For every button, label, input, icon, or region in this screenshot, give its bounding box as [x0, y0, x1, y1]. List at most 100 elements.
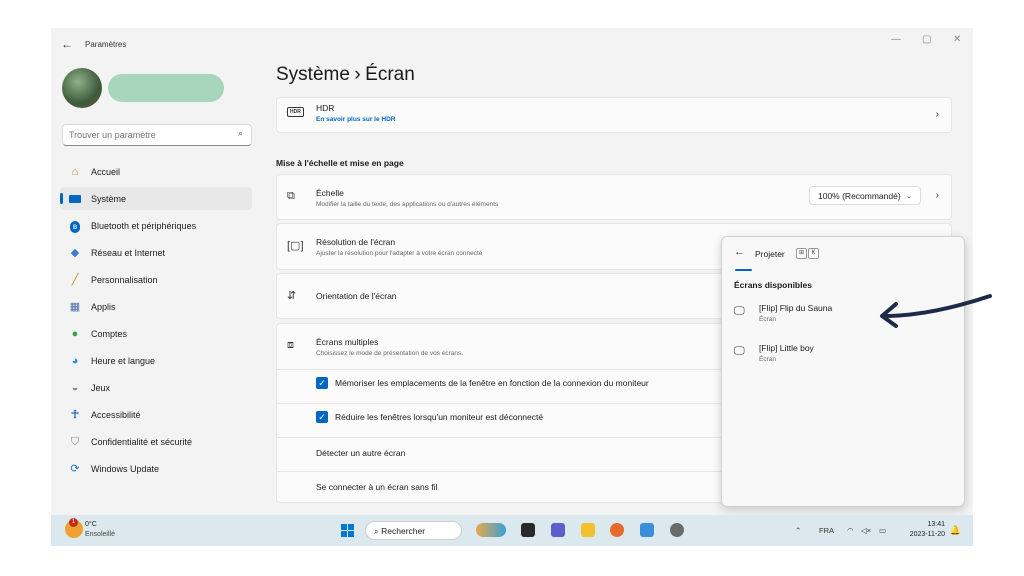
k-key: K — [808, 248, 819, 259]
sidebar-item-label: Windows Update — [91, 463, 160, 474]
chevron-down-icon: ⌄ — [906, 193, 912, 200]
update-icon: ⟳ — [70, 462, 80, 475]
maximize-button[interactable]: ▢ — [922, 34, 931, 45]
hdr-card[interactable]: HDR HDR En savoir plus sur le HDR › — [276, 97, 952, 133]
hdr-link[interactable]: En savoir plus sur le HDR — [316, 116, 395, 123]
taskbar-search-label: Rechercher — [381, 526, 426, 536]
search-icon: ⌕ — [237, 128, 243, 138]
settings-gear-icon[interactable] — [670, 523, 684, 537]
task-view-icon[interactable] — [521, 523, 535, 537]
bell-icon[interactable]: 🔔 — [950, 525, 961, 536]
orientation-title: Orientation de l'écran — [316, 291, 397, 301]
back-arrow-icon[interactable]: ← — [61, 37, 73, 51]
shield-icon: ⛉ — [70, 435, 80, 448]
volume-icon[interactable]: ◁× — [861, 526, 871, 535]
page-title: Écran — [365, 64, 415, 85]
sidebar-item-jeux[interactable]: ◒ Jeux — [60, 376, 252, 399]
hdr-title: HDR — [316, 103, 335, 113]
accessibility-icon: ☥ — [70, 408, 80, 421]
minimize-label: Réduire les fenêtres lorsqu'un moniteur … — [335, 412, 544, 422]
sidebar-item-comptes[interactable]: ● Comptes — [60, 322, 252, 345]
sidebar-item-label: Comptes — [91, 328, 128, 339]
minimize-button[interactable]: — — [891, 34, 901, 45]
wifi-icon: ◆ — [70, 246, 80, 259]
apps-icon: ▦ — [69, 300, 81, 313]
sidebar-item-label: Applis — [91, 301, 116, 312]
sidebar-item-label: Jeux — [91, 382, 111, 393]
sidebar-item-heure[interactable]: ◕ Heure et langue — [60, 349, 252, 372]
sidebar-item-systeme[interactable]: Système — [60, 187, 252, 210]
monitor-icon: 🖵 — [734, 345, 745, 357]
back-arrow-icon[interactable]: ← — [734, 246, 745, 258]
sidebar-item-confidentialite[interactable]: ⛉ Confidentialité et sécurité — [60, 430, 252, 453]
wifi-icon[interactable]: ◠ — [847, 526, 854, 535]
chevron-up-icon[interactable]: ⌃ — [795, 526, 801, 535]
settings-search[interactable]: ⌕ — [62, 124, 252, 146]
detect-display-label[interactable]: Détecter un autre écran — [316, 448, 405, 458]
sidebar-item-reseau[interactable]: ◆ Réseau et Internet — [60, 241, 252, 264]
screen-type: Écran — [759, 356, 776, 363]
clock[interactable]: 13:41 2023-11-20 — [910, 520, 945, 540]
brush-icon: ╱ — [71, 273, 79, 286]
sidebar-item-applis[interactable]: ▦ Applis — [60, 295, 252, 318]
section-title: Mise à l'échelle et mise en page — [276, 158, 404, 168]
scale-value: 100% (Recommandé) — [818, 191, 901, 201]
screen-item[interactable]: 🖵 [Flip] Little boy Écran — [728, 339, 958, 369]
sidebar-item-accessibilite[interactable]: ☥ Accessibilité — [60, 403, 252, 426]
sidebar-item-label: Heure et langue — [91, 355, 156, 366]
chevron-right-icon: › — [935, 109, 939, 120]
sidebar-item-label: Personnalisation — [91, 274, 158, 285]
sidebar-item-bluetooth[interactable]: ʙ Bluetooth et périphériques — [60, 214, 252, 237]
sidebar-item-label: Accessibilité — [91, 409, 141, 420]
clock-time: 13:41 — [927, 521, 945, 528]
store-icon[interactable] — [640, 523, 654, 537]
multiple-displays-title: Écrans multiples — [316, 337, 379, 347]
notification-badge: 1 — [69, 518, 78, 527]
sidebar-nav: ⌂ Accueil Système ʙ Bluetooth et périphé… — [60, 160, 252, 484]
breadcrumb-parent[interactable]: Système — [276, 64, 350, 85]
hdr-icon: HDR — [287, 107, 304, 117]
language-indicator[interactable]: FRA — [819, 526, 834, 535]
resolution-icon: [▢] — [287, 240, 304, 252]
app-title: Paramètres — [85, 40, 127, 49]
taskbar-search[interactable]: ⌕ Rechercher — [365, 521, 462, 540]
widgets-icon[interactable] — [476, 523, 506, 537]
start-button[interactable] — [341, 524, 355, 538]
scale-icon: ⧉ — [287, 190, 295, 202]
remember-checkbox[interactable]: ✓ — [316, 377, 328, 389]
scale-card[interactable]: ⧉ Échelle Modifier la taille du texte, d… — [276, 174, 952, 220]
available-displays-heading: Écrans disponibles — [734, 280, 812, 290]
sidebar-item-label: Réseau et Internet — [91, 247, 166, 258]
screen-name: [Flip] Flip du Sauna — [759, 303, 833, 313]
resolution-title: Résolution de l'écran — [316, 237, 396, 247]
title-bar: ← Paramètres — ▢ ✕ — [51, 28, 973, 60]
scale-dropdown[interactable]: 100% (Recommandé) ⌄ — [809, 186, 921, 205]
screen-type: Écran — [759, 316, 776, 323]
sidebar-item-label: Système — [91, 193, 127, 204]
taskbar: 1 0°C Ensoleillé ⌕ Rechercher ⌃ FRA ◠ ◁×… — [51, 515, 973, 546]
wireless-display-label[interactable]: Se connecter à un écran sans fil — [316, 482, 437, 492]
sidebar-item-personnalisation[interactable]: ╱ Personnalisation — [60, 268, 252, 291]
display-icon — [68, 192, 82, 206]
flyout-underline — [735, 269, 752, 271]
monitor-icon: 🖵 — [734, 305, 745, 317]
battery-icon[interactable]: ▭ — [879, 526, 886, 535]
teams-icon[interactable] — [551, 523, 565, 537]
minimize-checkbox[interactable]: ✓ — [316, 411, 328, 423]
avatar[interactable] — [62, 68, 102, 108]
account-name-redacted — [108, 74, 224, 102]
close-button[interactable]: ✕ — [953, 34, 961, 45]
sidebar-item-windows-update[interactable]: ⟳ Windows Update — [60, 457, 252, 480]
home-icon: ⌂ — [71, 165, 79, 178]
windows-key-icon: ⊞ — [796, 248, 807, 259]
resolution-subtitle: Ajuster la résolution pour l'adapter à v… — [316, 250, 483, 257]
remember-label: Mémoriser les emplacements de la fenêtre… — [335, 378, 649, 388]
sidebar-item-accueil[interactable]: ⌂ Accueil — [60, 160, 252, 183]
globe-clock-icon: ◕ — [71, 354, 79, 367]
orientation-icon: ⇵ — [287, 290, 297, 302]
weather-condition: Ensoleillé — [85, 531, 115, 538]
search-input[interactable] — [63, 126, 229, 144]
sidebar-item-label: Accueil — [91, 166, 121, 177]
firefox-icon[interactable] — [610, 523, 624, 537]
file-explorer-icon[interactable] — [581, 523, 595, 537]
